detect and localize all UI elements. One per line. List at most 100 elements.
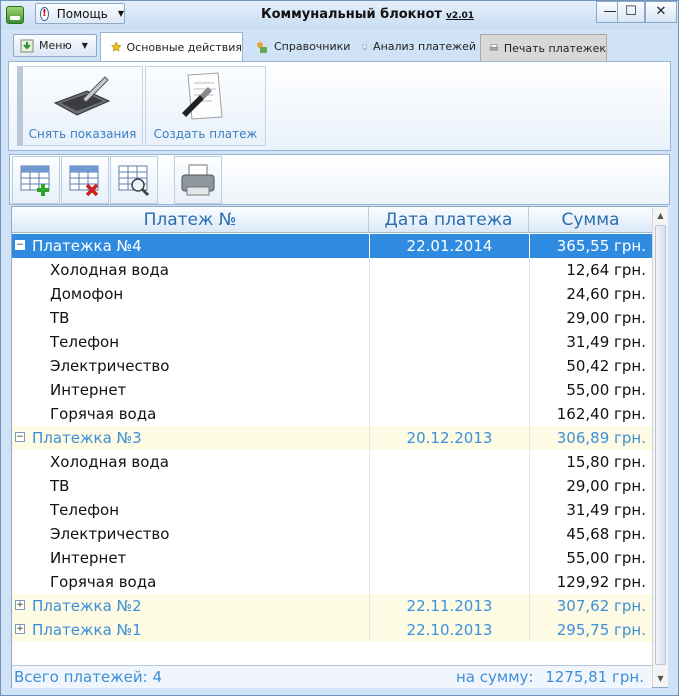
cell-payment: + Платежка №2 bbox=[12, 594, 369, 618]
help-button-label: Помощь bbox=[56, 6, 108, 21]
cell-payment: Интернет bbox=[12, 378, 369, 402]
payment-item-row[interactable]: Холодная вода 15,80 грн. bbox=[12, 450, 652, 474]
payment-name: Интернет bbox=[50, 549, 127, 567]
collapse-icon[interactable]: − bbox=[15, 240, 25, 250]
menu-button[interactable]: Меню ▼ bbox=[13, 34, 97, 57]
cell-date bbox=[369, 474, 529, 498]
search-button[interactable] bbox=[110, 156, 158, 204]
payment-name: Платежка №4 bbox=[32, 237, 142, 255]
tablet-pen-icon bbox=[53, 76, 111, 116]
tab-main-actions[interactable]: Основные действия bbox=[100, 32, 243, 61]
help-button[interactable]: ! Помощь ▼ bbox=[35, 3, 125, 24]
cell-sum: 55,00 грн. bbox=[529, 546, 646, 570]
printer-icon bbox=[489, 44, 499, 51]
create-payment-label: Создать платеж bbox=[153, 127, 258, 141]
payment-name: Интернет bbox=[50, 381, 127, 399]
payment-name: Платежка №3 bbox=[32, 429, 142, 447]
payment-item-row[interactable]: Холодная вода 12,64 грн. bbox=[12, 258, 652, 282]
cell-payment: Холодная вода bbox=[12, 450, 369, 474]
expand-icon[interactable]: + bbox=[15, 600, 25, 610]
add-row-icon bbox=[20, 165, 50, 196]
payment-name: Холодная вода bbox=[50, 261, 169, 279]
cell-sum: 306,89 грн. bbox=[529, 426, 646, 450]
payment-item-row[interactable]: Домофон 24,60 грн. bbox=[12, 282, 652, 306]
payment-name: Электричество bbox=[50, 525, 170, 543]
expand-icon[interactable]: + bbox=[15, 624, 25, 634]
cell-sum: 50,42 грн. bbox=[529, 354, 646, 378]
payment-name: Платежка №1 bbox=[32, 621, 142, 639]
payment-name: Холодная вода bbox=[50, 453, 169, 471]
window-title: Коммунальный блокнот v2.01 bbox=[261, 7, 474, 22]
payment-item-row[interactable]: Телефон 31,49 грн. bbox=[12, 498, 652, 522]
tab-print[interactable]: Печать платежек bbox=[480, 34, 607, 61]
payment-name: ТВ bbox=[50, 477, 70, 495]
payment-group-row[interactable]: + Платежка №1 22.10.2013 295,75 грн. bbox=[12, 618, 652, 642]
payment-item-row[interactable]: Электричество 50,42 грн. bbox=[12, 354, 652, 378]
cell-sum: 24,60 грн. bbox=[529, 282, 646, 306]
payment-name: Телефон bbox=[50, 333, 120, 351]
scroll-thumb[interactable] bbox=[655, 225, 666, 665]
cell-payment: − Платежка №4 bbox=[12, 234, 369, 258]
payment-item-row[interactable]: Электричество 45,68 грн. bbox=[12, 522, 652, 546]
create-payment-button[interactable]: Создать платеж bbox=[145, 66, 266, 146]
add-row-button[interactable] bbox=[12, 156, 60, 204]
payment-item-row[interactable]: Интернет 55,00 грн. bbox=[12, 546, 652, 570]
cell-payment: Телефон bbox=[12, 498, 369, 522]
column-header-sum[interactable]: Сумма bbox=[529, 207, 652, 233]
ribbon-panel: Снять показания Создать платеж bbox=[8, 61, 671, 151]
tab-references[interactable]: Справочники bbox=[251, 33, 351, 60]
vertical-scrollbar[interactable]: ▲ ▼ bbox=[652, 207, 668, 687]
tab-label: Справочники bbox=[274, 40, 351, 53]
grid-footer: Всего платежей: 4 на сумму: 1275,81 грн. bbox=[12, 665, 652, 688]
version-label: v2.01 bbox=[445, 11, 475, 21]
download-icon bbox=[20, 39, 34, 52]
take-readings-button[interactable]: Снять показания bbox=[17, 66, 143, 146]
payment-item-row[interactable]: ТВ 29,00 грн. bbox=[12, 474, 652, 498]
exclamation-icon: ! bbox=[40, 6, 49, 21]
delete-row-button[interactable] bbox=[61, 156, 109, 204]
column-header-date[interactable]: Дата платежа bbox=[369, 207, 529, 233]
payment-name: Горячая вода bbox=[50, 405, 157, 423]
payment-group-row[interactable]: + Платежка №2 22.11.2013 307,62 грн. bbox=[12, 594, 652, 618]
scroll-up-icon[interactable]: ▲ bbox=[653, 207, 668, 224]
payment-item-row[interactable]: Интернет 55,00 грн. bbox=[12, 378, 652, 402]
payment-item-row[interactable]: Телефон 31,49 грн. bbox=[12, 330, 652, 354]
tab-analysis[interactable]: Анализ платежей bbox=[358, 33, 476, 60]
scroll-down-icon[interactable]: ▼ bbox=[653, 670, 668, 687]
payment-name: Электричество bbox=[50, 357, 170, 375]
cell-payment: + Платежка №1 bbox=[12, 618, 369, 642]
cell-payment: ТВ bbox=[12, 474, 369, 498]
cell-date bbox=[369, 450, 529, 474]
close-button[interactable]: ✕ bbox=[645, 1, 677, 23]
cell-date bbox=[369, 354, 529, 378]
cell-payment: ТВ bbox=[12, 306, 369, 330]
cell-date bbox=[369, 282, 529, 306]
payment-item-row[interactable]: Горячая вода 162,40 грн. bbox=[12, 402, 652, 426]
star-icon bbox=[111, 41, 122, 52]
chevron-down-icon: ▼ bbox=[81, 41, 88, 50]
delete-row-icon bbox=[69, 165, 99, 197]
cell-date bbox=[369, 306, 529, 330]
cell-sum: 307,62 грн. bbox=[529, 594, 646, 618]
cell-sum: 29,00 грн. bbox=[529, 306, 646, 330]
collapse-icon[interactable]: − bbox=[15, 432, 25, 442]
payment-group-row[interactable]: − Платежка №4 22.01.2014 365,55 грн. bbox=[12, 234, 652, 258]
payment-item-row[interactable]: ТВ 29,00 грн. bbox=[12, 306, 652, 330]
cell-sum: 365,55 грн. bbox=[529, 234, 646, 258]
maximize-button[interactable]: ☐ bbox=[617, 1, 645, 23]
cell-sum: 31,49 грн. bbox=[529, 330, 646, 354]
column-header-payment[interactable]: Платеж № bbox=[12, 207, 369, 233]
cell-payment: Интернет bbox=[12, 546, 369, 570]
take-readings-label: Снять показания bbox=[28, 127, 137, 141]
cell-sum: 55,00 грн. bbox=[529, 378, 646, 402]
cell-payment: Горячая вода bbox=[12, 402, 369, 426]
payment-item-row[interactable]: Горячая вода 129,92 грн. bbox=[12, 570, 652, 594]
chart-icon bbox=[362, 44, 367, 50]
ribbon-tabs: Меню ▼ Основные действия Справочники Ана… bbox=[1, 31, 678, 61]
cell-sum: 45,68 грн. bbox=[529, 522, 646, 546]
printer-icon bbox=[181, 164, 215, 196]
print-button[interactable] bbox=[174, 156, 222, 204]
payment-group-row[interactable]: − Платежка №3 20.12.2013 306,89 грн. bbox=[12, 426, 652, 450]
app-window: ! Помощь ▼ Коммунальный блокнот v2.01 — ☐… bbox=[0, 0, 679, 696]
cell-sum: 129,92 грн. bbox=[529, 570, 646, 594]
